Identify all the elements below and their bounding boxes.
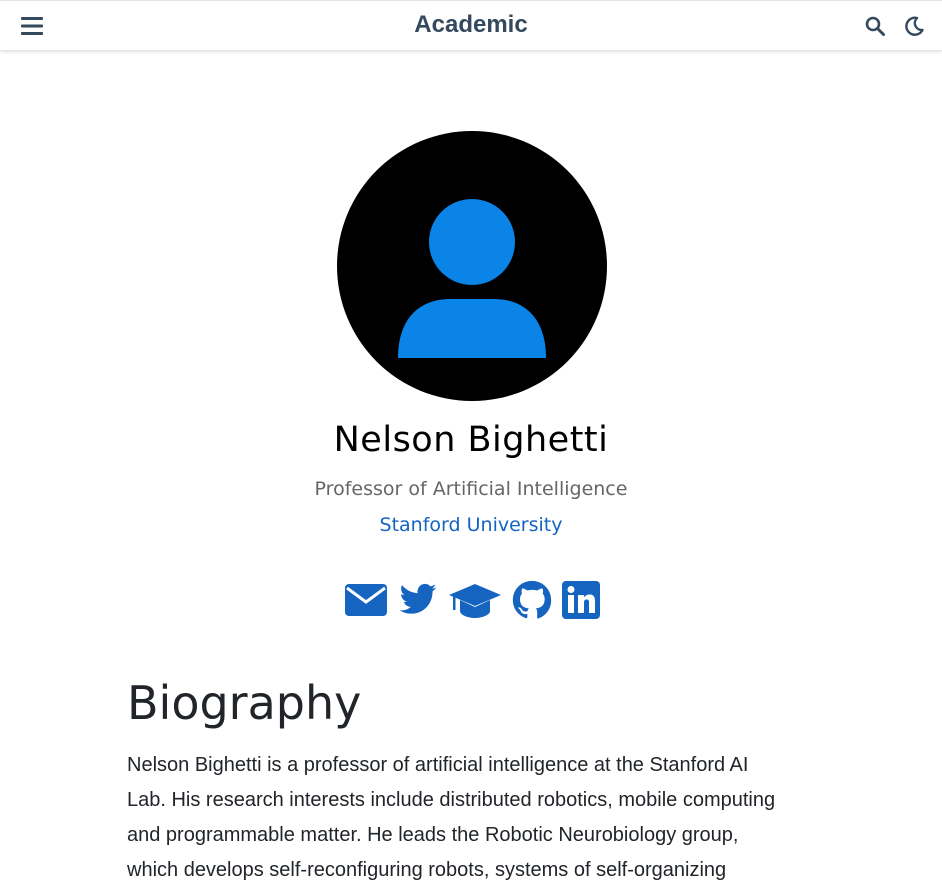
graduation-cap-icon[interactable] <box>448 580 502 620</box>
biography-text: Nelson Bighetti is a professor of artifi… <box>127 748 827 888</box>
github-icon[interactable] <box>511 580 553 620</box>
profile-organization-wrap: Stanford University <box>0 514 942 536</box>
biography-line: and programmable matter. He leads the Ro… <box>127 824 739 846</box>
profile-name: Nelson Bighetti <box>333 420 609 460</box>
profile-organization-link[interactable]: Stanford University <box>380 514 563 536</box>
biography-line: Nelson Bighetti is a professor of artifi… <box>127 754 749 776</box>
search-icon[interactable] <box>865 16 885 36</box>
navbar: Academic <box>0 0 942 50</box>
twitter-icon[interactable] <box>397 580 439 620</box>
linkedin-icon[interactable] <box>561 580 601 620</box>
site-brand[interactable]: Academic <box>414 11 527 38</box>
biography-line: Lab. His research interests include dist… <box>127 789 776 811</box>
user-avatar-icon <box>337 131 607 401</box>
profile-role: Professor of Artificial Intelligence <box>314 478 628 500</box>
moon-icon[interactable] <box>904 16 924 36</box>
biography-heading: Biography <box>127 676 362 730</box>
biography-line: which develops self-reconfiguring robots… <box>127 859 727 881</box>
envelope-icon[interactable] <box>344 580 388 620</box>
navbar-brand-wrap: Academic <box>0 11 942 39</box>
